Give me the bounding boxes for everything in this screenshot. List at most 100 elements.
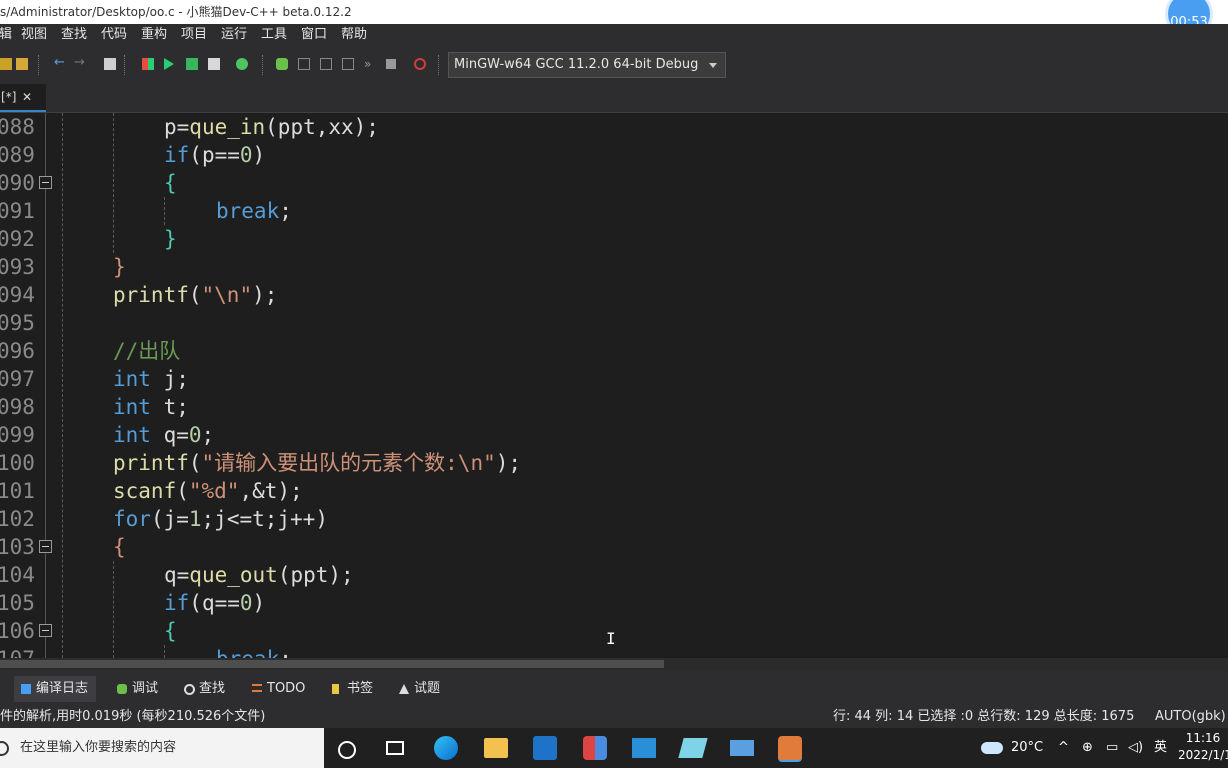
save-icon[interactable] xyxy=(0,58,12,70)
horizontal-scrollbar[interactable] xyxy=(0,658,1228,670)
code-line[interactable]: 101 scanf("%d",&t); xyxy=(0,477,1228,505)
evaluate-icon[interactable] xyxy=(414,58,426,70)
menu-code[interactable]: 代码 xyxy=(101,24,127,46)
debug-settings-icon[interactable] xyxy=(236,58,248,70)
compile-run-icon[interactable] xyxy=(186,58,198,70)
taskbar-search[interactable]: 在这里输入你要搜索的内容 xyxy=(0,728,324,768)
rebuild-icon[interactable] xyxy=(208,58,220,70)
indent-guide xyxy=(113,113,115,253)
debug-icon[interactable] xyxy=(276,58,288,70)
code-line[interactable]: 088 p=que_in(ppt,xx); xyxy=(0,113,1228,141)
continue-icon[interactable]: » xyxy=(364,58,376,70)
tab-oo-c[interactable]: :[*] ✕ xyxy=(0,84,46,112)
menu-edit[interactable]: 辑 xyxy=(0,24,12,46)
line-number: 094 xyxy=(0,283,35,307)
code-line[interactable]: 096 //出队 xyxy=(0,337,1228,365)
menu-window[interactable]: 窗口 xyxy=(301,24,327,46)
line-number: 101 xyxy=(0,479,35,503)
tab-debug[interactable]: 调试 xyxy=(110,676,166,702)
widgets-icon[interactable] xyxy=(386,741,404,755)
taskbar-search-input[interactable]: 在这里输入你要搜索的内容 xyxy=(20,728,176,768)
code-line[interactable]: 098 int t; xyxy=(0,393,1228,421)
laptop-icon[interactable] xyxy=(730,740,754,756)
code-line[interactable]: 092} xyxy=(0,225,1228,253)
code-line[interactable]: 100 printf("请输入要出队的元素个数:\n"); xyxy=(0,449,1228,477)
fold-toggle-icon[interactable] xyxy=(39,624,52,637)
code-text: { xyxy=(164,619,177,643)
menu-find[interactable]: 查找 xyxy=(61,24,87,46)
menu-help[interactable]: 帮助 xyxy=(341,24,367,46)
code-editor[interactable]: 088 p=que_in(ppt,xx); 089 if(p==0) 090 {091 br… xyxy=(0,113,1228,658)
tab-problems[interactable]: 试题 xyxy=(392,676,448,702)
code-line[interactable]: 103 { xyxy=(0,533,1228,561)
tab-todo[interactable]: TODO xyxy=(245,676,313,702)
indent-guide xyxy=(164,197,166,225)
clock[interactable]: 11:16 2022/1/1 xyxy=(1178,730,1228,764)
code-text: //出队 xyxy=(113,339,181,363)
line-number: 097 xyxy=(0,367,35,391)
tab-bookmarks-label: 书签 xyxy=(347,681,374,696)
stop-icon[interactable] xyxy=(386,59,396,69)
code-text: p=que_in(ppt,xx); xyxy=(164,115,379,139)
redo-icon[interactable]: → xyxy=(74,56,86,69)
menu-project[interactable]: 项目 xyxy=(181,24,207,46)
remote-desktop-icon[interactable] xyxy=(632,738,656,758)
compile-icon[interactable] xyxy=(142,58,154,70)
code-line[interactable]: 104 q=que_out(ppt); xyxy=(0,561,1228,589)
menu-view[interactable]: 视图 xyxy=(21,24,47,46)
tab-find[interactable]: 查找 xyxy=(177,676,233,702)
code-line[interactable]: 094 printf("\n"); xyxy=(0,281,1228,309)
toolbar-separator xyxy=(38,55,41,75)
triangle-icon xyxy=(399,684,409,694)
step-into-icon[interactable] xyxy=(320,58,332,70)
weather-temperature[interactable]: 20°C xyxy=(1011,728,1043,768)
step-out-icon[interactable] xyxy=(342,58,354,70)
line-number: 105 xyxy=(0,591,35,615)
code-line[interactable]: 093} xyxy=(0,253,1228,281)
battery-icon[interactable]: ▭ xyxy=(1106,728,1118,768)
ime-indicator[interactable]: 英 xyxy=(1154,728,1167,768)
globe-icon[interactable]: ⊕ xyxy=(1082,728,1093,768)
code-line[interactable]: 099 int q=0; xyxy=(0,421,1228,449)
scrollbar-thumb[interactable] xyxy=(0,660,664,668)
save-all-icon[interactable] xyxy=(16,58,28,70)
code-line[interactable]: 095 xyxy=(0,309,1228,337)
tab-label: :[*] xyxy=(0,90,17,104)
tab-find-label: 查找 xyxy=(199,681,226,696)
code-line[interactable]: 105 if(q==0) xyxy=(0,589,1228,617)
fold-toggle-icon[interactable] xyxy=(39,176,52,189)
undo-icon[interactable]: ← xyxy=(54,56,66,69)
find-icon[interactable] xyxy=(104,58,116,70)
file-explorer-icon[interactable] xyxy=(484,738,508,758)
task-view-icon[interactable] xyxy=(338,741,356,759)
menu-run[interactable]: 运行 xyxy=(221,24,247,46)
store-icon[interactable] xyxy=(533,736,557,760)
edge-icon[interactable] xyxy=(434,736,458,760)
line-number: 096 xyxy=(0,339,35,363)
code-line[interactable]: 102 for(j=1;j<=t;j++) xyxy=(0,505,1228,533)
run-icon[interactable] xyxy=(164,58,174,70)
tab-bookmarks[interactable]: 书签 xyxy=(325,676,381,702)
devcpp-icon[interactable] xyxy=(778,736,802,762)
volume-icon[interactable]: ◁) xyxy=(1128,728,1143,768)
compiler-select[interactable]: MinGW-w64 GCC 11.2.0 64-bit Debug xyxy=(448,52,726,78)
list-icon xyxy=(252,684,262,692)
code-line[interactable]: 089 if(p==0) xyxy=(0,141,1228,169)
menu-refactor[interactable]: 重构 xyxy=(141,24,167,46)
notepad-icon[interactable] xyxy=(678,738,708,758)
code-text: { xyxy=(113,535,126,559)
tab-compile-log[interactable]: 编译日志 xyxy=(14,676,97,702)
code-text: printf("\n"); xyxy=(113,283,278,307)
code-line[interactable]: 091 break; xyxy=(0,197,1228,225)
clock-date: 2022/1/1 xyxy=(1178,748,1228,762)
app-icon[interactable] xyxy=(583,736,607,760)
menu-tools[interactable]: 工具 xyxy=(261,24,287,46)
clock-time: 11:16 xyxy=(1185,731,1221,745)
code-line[interactable]: 090 { xyxy=(0,169,1228,197)
step-over-icon[interactable] xyxy=(298,58,310,70)
code-line[interactable]: 097 int j; xyxy=(0,365,1228,393)
close-icon[interactable]: ✕ xyxy=(22,84,32,110)
chevron-up-icon[interactable]: ^ xyxy=(1058,728,1069,768)
fold-toggle-icon[interactable] xyxy=(39,540,52,553)
status-encoding[interactable]: AUTO(gbk) xyxy=(1155,706,1226,728)
